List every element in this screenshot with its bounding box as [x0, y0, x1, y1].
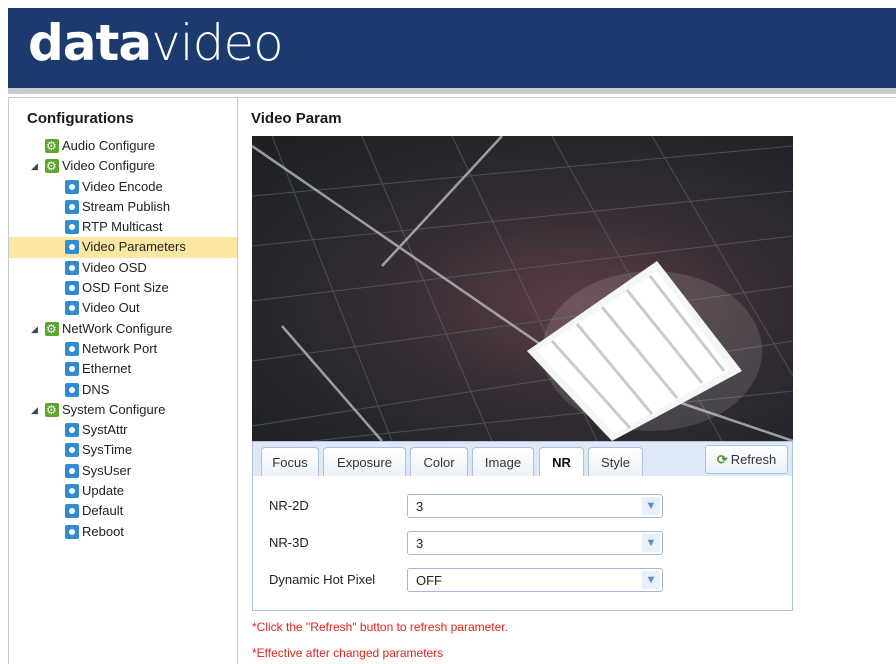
- sidebar-item-label: SysUser: [82, 462, 132, 478]
- sidebar-item-stream-publish[interactable]: Stream Publish: [9, 197, 237, 217]
- sidebar-item-network-port[interactable]: Network Port: [9, 339, 237, 359]
- select-value: 3: [416, 499, 424, 514]
- select-value: OFF: [416, 573, 442, 588]
- sidebar-item-rtp-multicast[interactable]: RTP Multicast: [9, 217, 237, 237]
- tab-style[interactable]: Style: [588, 447, 643, 478]
- effective-note: *Effective after changed parameters: [252, 646, 444, 660]
- chevron-down-icon: ▼: [642, 571, 660, 589]
- sidebar-item-label: Video OSD: [82, 259, 147, 275]
- item-icon: [65, 524, 79, 539]
- field-label: NR-2D: [269, 498, 309, 513]
- dynamic-hot-pixel-select[interactable]: OFF ▼: [407, 568, 663, 592]
- sidebar-item-label: SysTime: [82, 442, 133, 458]
- sidebar-item-label: Network Port: [82, 340, 158, 356]
- expand-arrow-icon[interactable]: ◢: [31, 400, 38, 420]
- sidebar-item-label: Reboot: [82, 523, 124, 539]
- sidebar-item-video-out[interactable]: Video Out: [9, 298, 237, 318]
- select-value: 3: [416, 536, 424, 551]
- item-icon: [65, 382, 79, 397]
- sidebar-item-label: Video Parameters: [82, 239, 186, 255]
- param-tabs: Focus Exposure Color Image NR Style ⟳ Ref…: [252, 441, 793, 479]
- sidebar-title: Configurations: [27, 110, 134, 127]
- item-icon: [65, 220, 79, 235]
- field-label: NR-3D: [269, 535, 309, 550]
- item-icon: [65, 463, 79, 478]
- sidebar-item-label: Update: [82, 483, 124, 499]
- sidebar-item-osd-font-size[interactable]: OSD Font Size: [9, 278, 237, 298]
- page-title: Video Param: [251, 110, 342, 127]
- sidebar-item-label: Video Out: [82, 300, 140, 316]
- header-bar: datavideo: [8, 8, 896, 88]
- tab-focus[interactable]: Focus: [261, 447, 319, 478]
- nr-3d-select[interactable]: 3 ▼: [407, 531, 663, 555]
- item-icon: [65, 281, 79, 296]
- sidebar-item-dns[interactable]: DNS: [9, 380, 237, 400]
- sidebar-item-default[interactable]: Default: [9, 501, 237, 521]
- gear-icon: [45, 156, 59, 176]
- sidebar-item-update[interactable]: Update: [9, 481, 237, 501]
- tab-color[interactable]: Color: [410, 447, 468, 478]
- item-icon: [65, 301, 79, 316]
- item-icon: [65, 260, 79, 275]
- item-icon: [65, 341, 79, 356]
- sidebar-item-video-osd[interactable]: Video OSD: [9, 258, 237, 278]
- tab-image[interactable]: Image: [472, 447, 534, 478]
- sidebar-item-label: Audio Configure: [62, 138, 156, 153]
- gear-icon: [45, 400, 59, 420]
- sidebar-item-network-configure[interactable]: ◢ NetWork Configure: [9, 319, 237, 339]
- header-divider: [8, 88, 896, 94]
- sidebar-item-system-configure[interactable]: ◢ System Configure: [9, 400, 237, 420]
- sidebar-item-label: System Configure: [62, 401, 166, 417]
- main-panel: Video Param Focus Exposure Color Image N…: [238, 97, 896, 664]
- chevron-down-icon: ▼: [642, 497, 660, 515]
- sidebar-item-ethernet[interactable]: Ethernet: [9, 359, 237, 379]
- sidebar-item-systime[interactable]: SysTime: [9, 440, 237, 460]
- sidebar-item-label: DNS: [82, 381, 110, 397]
- sidebar-item-label: RTP Multicast: [82, 219, 163, 235]
- refresh-note: *Click the "Refresh" button to refresh p…: [252, 620, 508, 634]
- item-icon: [65, 362, 79, 377]
- expand-arrow-icon[interactable]: ◢: [31, 319, 38, 339]
- item-icon: [65, 199, 79, 214]
- datavideo-logo: datavideo: [28, 14, 284, 72]
- sidebar-item-label: Ethernet: [82, 361, 132, 377]
- gear-icon: [45, 319, 59, 339]
- sidebar-item-label: NetWork Configure: [62, 320, 173, 336]
- sidebar-item-label: Default: [82, 503, 124, 519]
- refresh-label: Refresh: [730, 452, 777, 467]
- sidebar-item-audio-configure[interactable]: Audio Configure: [9, 136, 237, 156]
- refresh-button[interactable]: ⟳ Refresh: [705, 445, 788, 474]
- nr-settings-panel: NR-2D 3 ▼ NR-3D 3 ▼ Dynamic Hot Pixel OF…: [252, 476, 793, 611]
- sidebar-item-label: OSD Font Size: [82, 280, 169, 296]
- sidebar: Configurations Audio Configure ◢ Video Con…: [8, 97, 238, 664]
- config-tree: Audio Configure ◢ Video Configure Video Enc…: [9, 136, 237, 542]
- item-icon: [65, 504, 79, 519]
- item-icon: [65, 484, 79, 499]
- sidebar-item-video-encode[interactable]: Video Encode: [9, 177, 237, 197]
- chevron-down-icon: ▼: [642, 534, 660, 552]
- sidebar-item-label: Video Configure: [62, 158, 155, 174]
- sidebar-item-label: Video Encode: [82, 178, 163, 194]
- tab-exposure[interactable]: Exposure: [323, 447, 406, 478]
- sidebar-item-video-configure[interactable]: ◢ Video Configure: [9, 156, 237, 176]
- tab-nr[interactable]: NR: [539, 447, 584, 479]
- item-icon: [65, 179, 79, 194]
- expand-arrow-icon[interactable]: ◢: [31, 156, 38, 176]
- item-icon: [65, 423, 79, 438]
- sidebar-item-reboot[interactable]: Reboot: [9, 522, 237, 542]
- sidebar-item-video-parameters[interactable]: Video Parameters: [9, 237, 237, 258]
- video-preview: [252, 136, 793, 441]
- sidebar-item-sysuser[interactable]: SysUser: [9, 461, 237, 481]
- sidebar-item-label: SystAttr: [82, 422, 128, 438]
- gear-icon: [45, 136, 59, 156]
- refresh-icon: ⟳: [716, 452, 728, 467]
- sidebar-item-label: Stream Publish: [82, 198, 171, 214]
- item-icon: [65, 443, 79, 458]
- item-icon: [65, 240, 79, 255]
- field-label: Dynamic Hot Pixel: [269, 572, 376, 587]
- sidebar-item-systattr[interactable]: SystAttr: [9, 420, 237, 440]
- nr-2d-select[interactable]: 3 ▼: [407, 494, 663, 518]
